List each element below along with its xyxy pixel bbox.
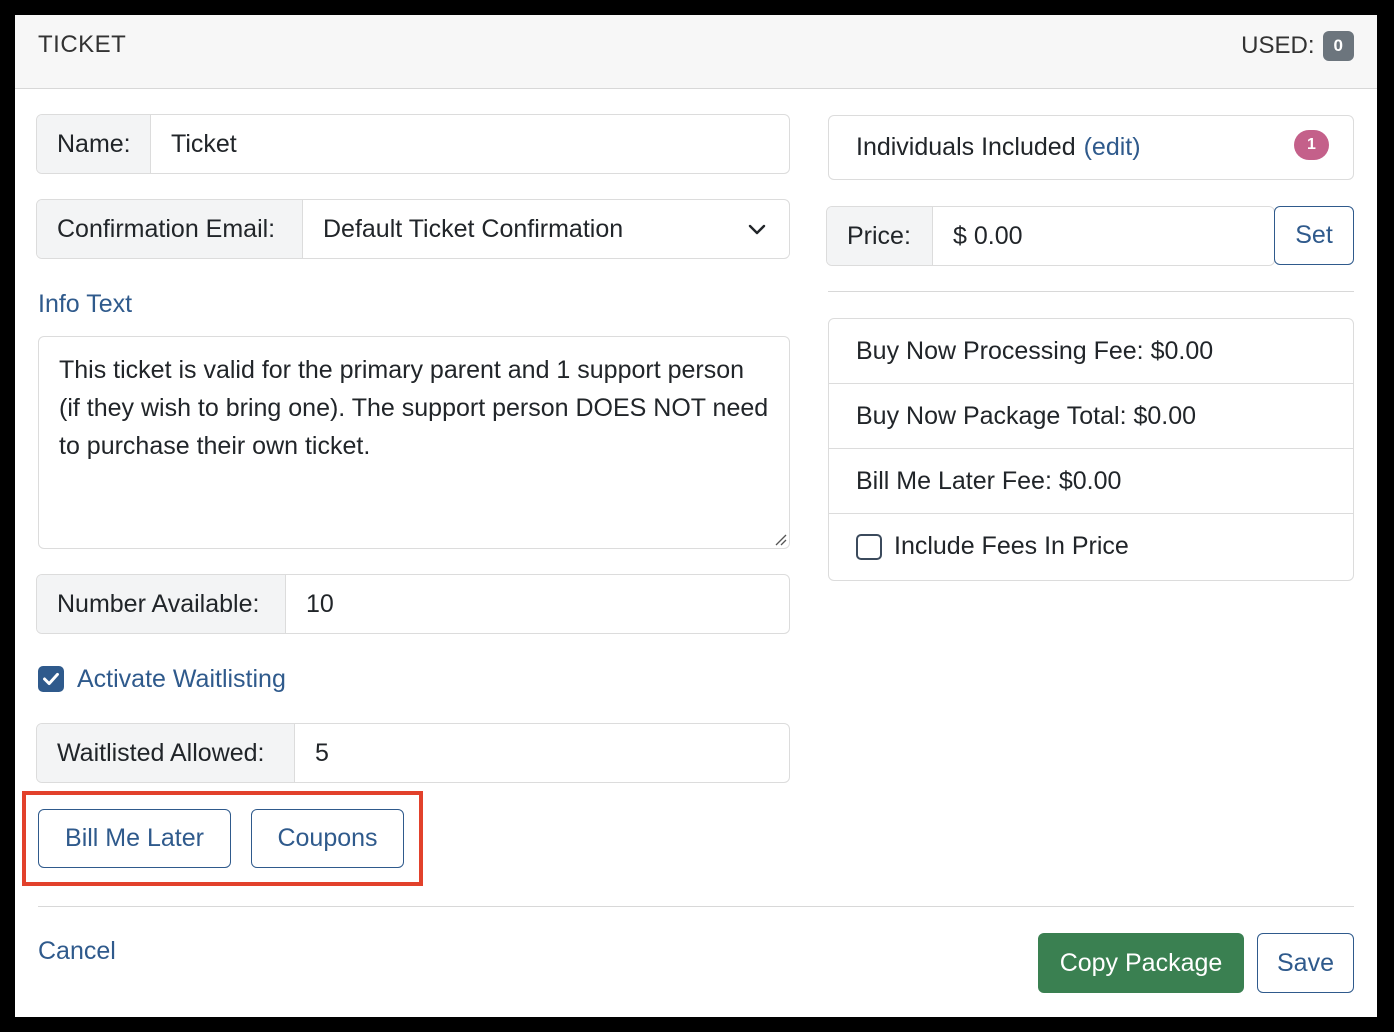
- bill-later-fee-text: Bill Me Later Fee: $0.00: [856, 466, 1122, 495]
- processing-fee-text: Buy Now Processing Fee: $0.00: [856, 336, 1214, 365]
- number-available-group: Number Available: 10: [36, 574, 790, 634]
- include-fees-checkbox[interactable]: [856, 533, 882, 560]
- save-button[interactable]: Save: [1257, 933, 1354, 993]
- bill-later-fee-row: Bill Me Later Fee: $0.00: [829, 449, 1353, 514]
- activate-waitlisting-label[interactable]: Activate Waitlisting: [77, 665, 286, 694]
- coupons-button[interactable]: Coupons: [251, 809, 404, 868]
- footer-divider: [38, 906, 1354, 907]
- include-fees-row: Include Fees In Price: [829, 514, 1353, 579]
- cancel-link[interactable]: Cancel: [38, 937, 116, 966]
- package-total-row: Buy Now Package Total: $0.00: [829, 384, 1353, 449]
- info-text-label: Info Text: [38, 290, 133, 318]
- activate-waitlisting-checkbox[interactable]: [38, 666, 64, 692]
- bill-me-later-button[interactable]: Bill Me Later: [38, 809, 231, 868]
- resize-handle-icon[interactable]: [773, 532, 787, 546]
- waitlisted-allowed-group: Waitlisted Allowed: 5: [36, 723, 790, 783]
- info-text-textarea[interactable]: This ticket is valid for the primary par…: [38, 336, 790, 549]
- used-label: USED:: [1241, 32, 1315, 59]
- name-label: Name:: [37, 115, 151, 173]
- confirmation-email-select[interactable]: Default Ticket Confirmation: [303, 200, 789, 258]
- ticket-card: TICKET USED: 0 Name: Ticket Confirmation…: [15, 15, 1377, 1017]
- used-indicator: USED: 0: [1241, 31, 1354, 61]
- package-total-text: Buy Now Package Total: $0.00: [856, 401, 1197, 430]
- processing-fee-row: Buy Now Processing Fee: $0.00: [829, 319, 1353, 384]
- number-available-input[interactable]: 10: [286, 575, 789, 633]
- name-input[interactable]: Ticket: [151, 115, 789, 173]
- card-header: TICKET USED: 0: [15, 15, 1377, 89]
- copy-package-button[interactable]: Copy Package: [1038, 933, 1244, 993]
- confirmation-email-label: Confirmation Email:: [37, 200, 303, 258]
- confirmation-email-value: Default Ticket Confirmation: [323, 214, 624, 243]
- chevron-down-icon: [748, 224, 766, 235]
- individuals-edit-link[interactable]: (edit): [1084, 133, 1141, 162]
- price-input[interactable]: $ 0.00: [933, 207, 1274, 265]
- info-text-value: This ticket is valid for the primary par…: [59, 356, 769, 460]
- fees-panel: Buy Now Processing Fee: $0.00 Buy Now Pa…: [828, 318, 1354, 581]
- check-icon: [43, 672, 59, 686]
- name-field-group: Name: Ticket: [36, 114, 790, 174]
- individuals-included-box: Individuals Included (edit) 1: [828, 115, 1354, 180]
- number-available-label: Number Available:: [37, 575, 286, 633]
- price-label: Price:: [827, 207, 933, 265]
- individuals-included-label: Individuals Included: [856, 133, 1076, 161]
- price-divider: [828, 291, 1354, 292]
- waitlisted-allowed-input[interactable]: 5: [295, 724, 789, 782]
- card-title: TICKET: [38, 31, 127, 58]
- set-price-button[interactable]: Set: [1274, 206, 1354, 265]
- confirmation-email-group: Confirmation Email: Default Ticket Confi…: [36, 199, 790, 259]
- used-count-badge: 0: [1322, 31, 1354, 61]
- waitlisted-allowed-label: Waitlisted Allowed:: [37, 724, 295, 782]
- include-fees-label[interactable]: Include Fees In Price: [894, 532, 1129, 561]
- price-field-group: Price: $ 0.00: [826, 206, 1275, 266]
- individuals-count-badge: 1: [1294, 130, 1329, 160]
